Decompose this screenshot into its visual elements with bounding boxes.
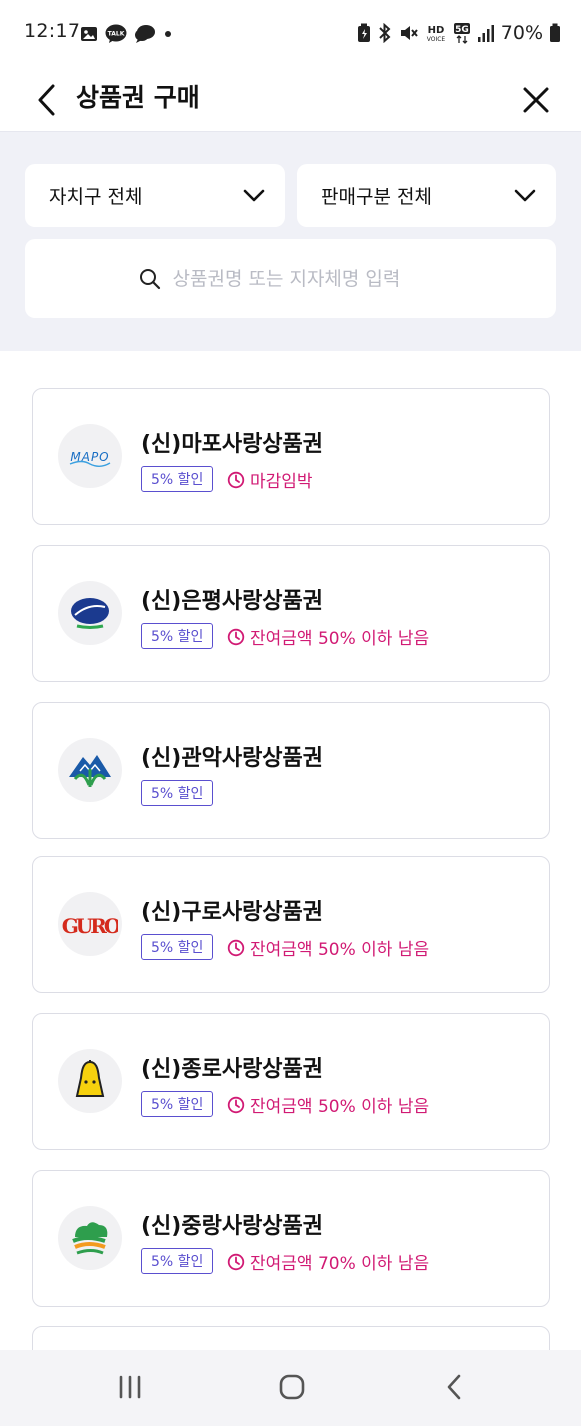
voucher-list: MAPO (신)마포사랑상품권 5% 할인 마감임박 (신)은평사랑상품권 5%… [0,351,581,1350]
discount-badge: 5% 할인 [141,1248,214,1274]
voucher-card-mapo[interactable]: MAPO (신)마포사랑상품권 5% 할인 마감임박 [32,388,550,525]
chevron-down-icon [243,189,265,201]
status-note: 잔여금액 50% 이하 남음 [227,935,429,960]
voucher-name: (신)관악사랑상품권 [141,746,324,771]
voucher-name: (신)구로사랑상품권 [141,900,324,925]
jungnang-logo [58,1206,122,1270]
home-button[interactable] [262,1364,322,1410]
nav-bar [0,1350,581,1426]
status-note-text: 잔여금액 50% 이하 남음 [250,940,430,960]
close-button[interactable] [513,74,559,126]
status-note: 잔여금액 70% 이하 남음 [227,1249,429,1274]
battery-icon [550,23,560,42]
signal-icon [477,25,494,42]
clock-icon [227,628,245,645]
discount-badge: 5% 할인 [141,623,214,649]
clock-icon [227,471,245,488]
battery-saver-icon [357,23,370,42]
app-bar: 상품권 구매 [0,66,581,132]
close-icon [523,87,549,113]
voucher-card-partial[interactable] [32,1326,550,1350]
discount-badge: 5% 할인 [141,780,214,806]
status-note: 잔여금액 50% 이하 남음 [227,624,429,649]
discount-badge: 5% 할인 [141,1091,214,1117]
mute-icon [400,26,418,40]
svg-text:GURO: GURO [62,914,118,938]
status-note-text: 잔여금액 70% 이하 남음 [250,1254,430,1274]
hd-voice-icon: HD VOICE [427,25,446,43]
status-left-icons: TALK [80,22,173,46]
voucher-name: (신)중랑사랑상품권 [141,1214,324,1239]
home-icon [279,1374,305,1400]
voucher-card-guro[interactable]: GURO (신)구로사랑상품권 5% 할인 잔여금액 50% 이하 남음 [32,856,550,993]
back-button[interactable] [24,74,68,126]
voucher-card-jongno[interactable]: (신)종로사랑상품권 5% 할인 잔여금액 50% 이하 남음 [32,1013,550,1150]
system-back-button[interactable] [424,1364,484,1410]
clock-icon [227,1096,245,1113]
discount-badge: 5% 할인 [141,934,214,960]
bluetooth-icon [379,23,391,43]
chevron-down-icon [514,189,536,201]
guro-logo: GURO [58,892,122,956]
5g-icon: 5G [453,23,470,44]
svg-text:HD: HD [427,25,444,36]
filter-panel: 자치구 전체 판매구분 전체 [0,132,581,351]
clock-icon [227,1253,245,1270]
voucher-name: (신)종로사랑상품권 [141,1057,324,1082]
sale-type-dropdown[interactable]: 판매구분 전체 [297,164,556,227]
dot-icon [165,31,171,37]
voucher-name: (신)은평사랑상품권 [141,589,324,614]
recent-apps-icon [119,1375,141,1399]
status-note-text: 잔여금액 50% 이하 남음 [250,629,430,649]
svg-text:5G: 5G [455,25,469,35]
district-dropdown[interactable]: 자치구 전체 [25,164,285,227]
back-icon [447,1374,461,1400]
svg-text:TALK: TALK [108,31,125,38]
status-note: 마감임박 [227,467,313,492]
voucher-card-gwanak[interactable]: (신)관악사랑상품권 5% 할인 [32,702,550,839]
recent-apps-button[interactable] [100,1364,160,1410]
chevron-left-icon [38,84,55,116]
mapo-logo: MAPO [58,424,122,488]
discount-badge: 5% 할인 [141,466,214,492]
district-dropdown-label: 자치구 전체 [49,186,143,208]
search-box[interactable] [25,239,556,318]
status-note-text: 잔여금액 50% 이하 남음 [250,1097,430,1117]
chat-bubble-icon [135,25,155,43]
sale-type-dropdown-label: 판매구분 전체 [321,186,432,208]
search-icon [139,268,160,289]
battery-percent: 70% [500,22,543,44]
svg-text:VOICE: VOICE [427,36,446,43]
voucher-name: (신)마포사랑상품권 [141,432,324,457]
jongno-logo [58,1049,122,1113]
gwanak-logo [58,738,122,802]
page-title: 상품권 구매 [76,83,200,112]
voucher-card-jungnang[interactable]: (신)중랑사랑상품권 5% 할인 잔여금액 70% 이하 남음 [32,1170,550,1307]
eunpyeong-logo [58,581,122,645]
search-input[interactable] [172,267,443,290]
status-bar: 12:17 TALK HD VOICE 5G 70% [0,0,581,66]
status-right-icons: HD VOICE 5G 70% [357,20,561,46]
clock-icon [227,939,245,956]
status-note-text: 마감임박 [250,472,313,492]
status-note: 잔여금액 50% 이하 남음 [227,1092,429,1117]
kakaotalk-icon: TALK [105,24,127,43]
voucher-card-eunpyeong[interactable]: (신)은평사랑상품권 5% 할인 잔여금액 50% 이하 남음 [32,545,550,682]
gallery-icon [81,27,97,41]
status-time: 12:17 [24,20,81,42]
